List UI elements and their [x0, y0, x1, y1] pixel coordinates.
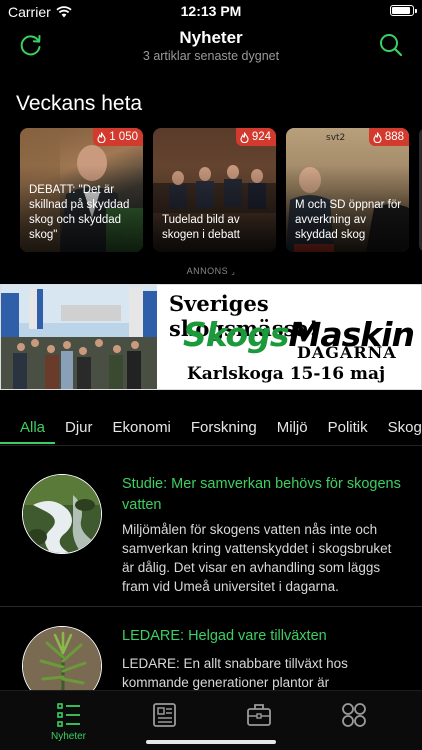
trending-card[interactable]: 1 050 DEBATT: "Det är skillnad på skydda…	[20, 128, 143, 252]
popularity-badge: 924	[235, 128, 276, 146]
battery-fill	[392, 7, 410, 14]
briefcase-icon	[246, 704, 271, 726]
tabs-divider	[0, 445, 422, 446]
section-title-trending: Veckans heta	[16, 92, 143, 115]
tabbar-item-nyheter[interactable]: Nyheter	[16, 691, 121, 750]
search-icon[interactable]	[378, 32, 404, 58]
article-thumbnail	[22, 474, 102, 554]
tab-ekonomi[interactable]: Ekonomi	[103, 414, 181, 444]
card-caption: DEBATT: "Det är skillnad på skyddad skog…	[29, 184, 130, 241]
tabbar-item-more[interactable]	[301, 691, 406, 750]
popularity-count: 1 050	[109, 131, 138, 143]
flame-icon	[373, 131, 382, 143]
clock: 12:13 PM	[180, 3, 242, 19]
ad-brand-sub: DAGARNA	[297, 343, 397, 362]
ad-label: ANNONS ⌟	[0, 266, 422, 276]
ad-photo	[1, 285, 157, 389]
flame-icon	[97, 131, 106, 143]
tab-forskning[interactable]: Forskning	[181, 414, 267, 444]
tabbar-label-nyheter: Nyheter	[50, 731, 86, 742]
ad-text: Sveriges skogsmässa! SkogsMaskin DAGARNA…	[157, 285, 421, 389]
newspaper-icon	[152, 703, 176, 727]
nav-header: Nyheter 3 artiklar senaste dygnet	[0, 22, 422, 70]
article-summary: Miljömålen för skogens vatten nås inte o…	[122, 522, 392, 594]
popularity-badge: 1 050	[93, 128, 143, 146]
popularity-count: 888	[384, 131, 404, 143]
article-item[interactable]: Studie: Mer samverkan behövs för skogens…	[0, 474, 422, 606]
bottom-tab-bar: Nyheter	[0, 690, 422, 750]
ad-brand-part1: Skogs	[183, 315, 289, 354]
article-item[interactable]: LEDARE: Helgad vare tillväxten LEDARE: E…	[0, 626, 422, 706]
grid-icon	[341, 703, 366, 727]
ad-label-text: ANNONS	[186, 266, 229, 276]
card-caption: Tudelad bild av skogen i debatt	[162, 214, 241, 241]
popularity-count: 924	[251, 131, 271, 143]
ad-info-icon: ⌟	[231, 267, 236, 276]
tab-alla[interactable]: Alla	[0, 414, 56, 444]
flame-icon	[240, 131, 249, 143]
popularity-badge: 888	[368, 128, 409, 146]
page-title: Nyheter	[179, 28, 243, 47]
tab-skog[interactable]: Skog	[378, 414, 422, 444]
article-title[interactable]: Studie: Mer samverkan behövs för skogens…	[122, 474, 404, 516]
trending-card[interactable]: svt2 888 M och SD öppnar för avverkning …	[286, 128, 409, 252]
tab-djur[interactable]: Djur	[55, 414, 103, 444]
trending-card[interactable]: 924 Tudelad bild av skogen i debatt	[153, 128, 276, 252]
page-subtitle: 3 artiklar senaste dygnet	[142, 49, 280, 63]
tab-politik[interactable]: Politik	[318, 414, 378, 444]
waterfall-image	[23, 475, 101, 553]
trending-carousel[interactable]: 1 050 DEBATT: "Det är skillnad på skydda…	[20, 128, 422, 252]
tab-miljo[interactable]: Miljö	[267, 414, 318, 444]
home-indicator	[146, 740, 276, 744]
article-divider	[0, 606, 422, 607]
card-caption: M och SD öppnar för avverkning av skydda…	[295, 199, 402, 241]
category-tabs: Alla Djur Ekonomi Forskning Miljö Politi…	[0, 414, 422, 446]
article-summary: LEDARE: En allt snabbare tillväxt hos ko…	[122, 656, 348, 690]
battery-icon	[390, 5, 417, 16]
ad-location-date: Karlskoga 15-16 maj	[187, 364, 386, 384]
status-bar: Carrier 12:13 PM	[0, 0, 422, 22]
ad-banner[interactable]: Sveriges skogsmässa! SkogsMaskin DAGARNA…	[0, 284, 422, 390]
article-title[interactable]: LEDARE: Helgad vare tillväxten	[122, 626, 404, 647]
news-list-icon	[56, 703, 80, 727]
